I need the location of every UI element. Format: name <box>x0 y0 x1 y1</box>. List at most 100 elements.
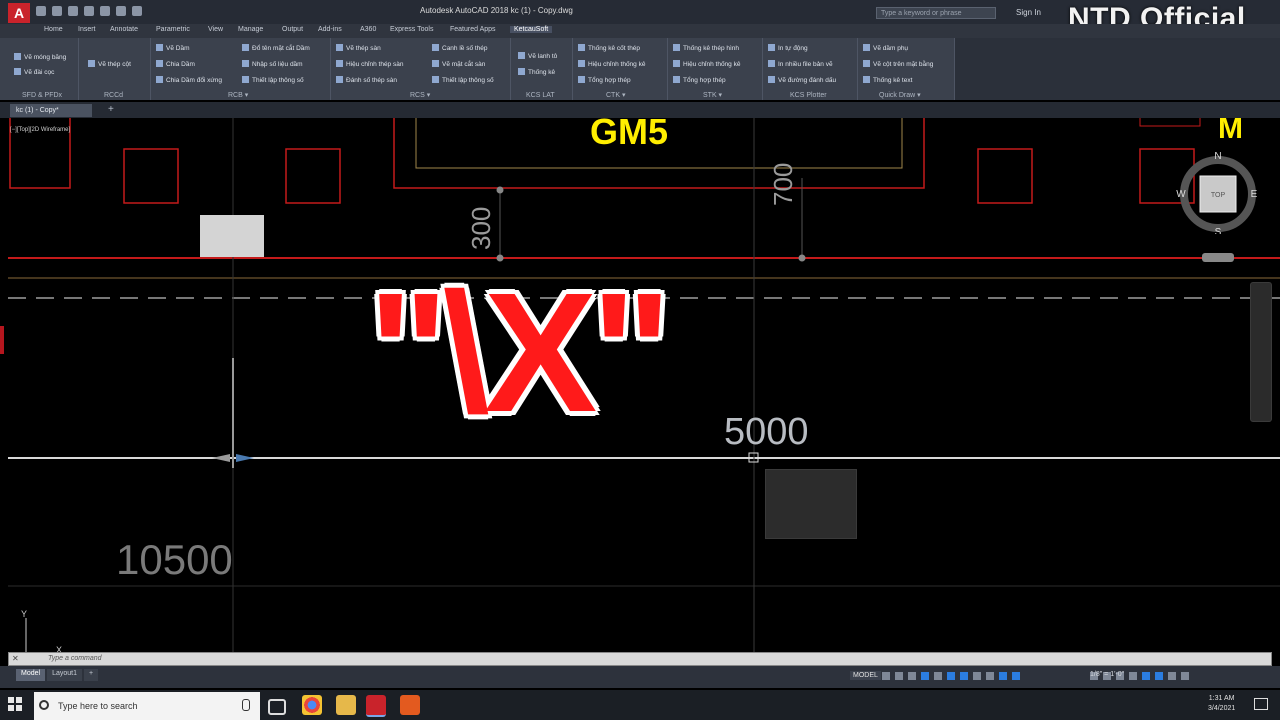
tab-model[interactable]: Model <box>16 669 46 681</box>
save-icon[interactable] <box>68 6 78 16</box>
beam-label-partial: M <box>1218 118 1243 145</box>
tab-featured-apps[interactable]: Featured Apps <box>450 26 496 33</box>
microphone-icon[interactable] <box>242 699 250 711</box>
object-snap-tracking-icon[interactable] <box>947 672 955 680</box>
new-tab-button[interactable]: + <box>108 104 114 115</box>
ribbon-item[interactable]: Vẽ cột trên mặt bằng <box>863 60 933 68</box>
ribbon-item[interactable]: Thiết lập thông số <box>242 76 304 84</box>
tab-manage[interactable]: Manage <box>238 26 263 33</box>
app-taskbar-icon[interactable] <box>400 695 420 715</box>
auto-scale-icon[interactable] <box>1012 672 1020 680</box>
ribbon-item[interactable]: In nhiều file bản vẽ <box>768 60 833 68</box>
object-snap-icon[interactable] <box>960 672 968 680</box>
ribbon-item[interactable]: Vẽ Dầm <box>156 44 189 52</box>
clock-date: 3/4/2021 <box>1208 705 1236 712</box>
windows-start-icon[interactable] <box>8 697 22 711</box>
palette-edge-tab[interactable] <box>0 326 4 354</box>
system-clock[interactable]: 1:31 AM 3/4/2021 <box>1208 694 1235 714</box>
ribbon-item[interactable]: Vẽ dầm phụ <box>863 44 908 52</box>
lineweight-icon[interactable] <box>973 672 981 680</box>
tab-output[interactable]: Output <box>282 26 303 33</box>
add-layout-button[interactable]: + <box>84 669 99 681</box>
ribbon-item[interactable]: Thống kê thép hình <box>673 44 739 52</box>
file-explorer-icon[interactable] <box>336 695 356 715</box>
quick-properties-icon[interactable] <box>1129 672 1137 680</box>
transparency-icon[interactable] <box>986 672 994 680</box>
sign-in-link[interactable]: Sign In <box>1016 8 1041 17</box>
window-title: Autodesk AutoCAD 2018 kc (1) - Copy.dwg <box>420 6 573 15</box>
help-search-input[interactable]: Type a keyword or phrase <box>876 7 996 19</box>
polar-icon[interactable] <box>921 672 929 680</box>
ribbon-item[interactable]: Vẽ móng băng <box>14 53 66 61</box>
tab-layout1[interactable]: Layout1 <box>47 669 82 681</box>
ribbon-item[interactable]: Vẽ thép cột <box>88 60 131 68</box>
model-space-button[interactable]: MODEL <box>850 671 881 680</box>
tab-home[interactable]: Home <box>44 26 63 33</box>
taskbar-search-input[interactable]: Type here to search <box>34 692 260 720</box>
open-file-icon[interactable] <box>52 6 62 16</box>
notification-icon[interactable] <box>1254 698 1268 710</box>
tab-a360[interactable]: A360 <box>360 26 376 33</box>
tab-parametric[interactable]: Parametric <box>156 26 190 33</box>
ribbon-item[interactable]: Đổ tên mặt cắt Dầm <box>242 44 310 52</box>
ribbon-item[interactable]: Chia Dầm <box>156 60 195 68</box>
hardware-acceleration-icon[interactable] <box>1155 672 1163 680</box>
ribbon-item[interactable]: Thống kê cốt thép <box>578 44 640 52</box>
viewcube[interactable]: N S E W TOP <box>1176 150 1260 238</box>
document-tab[interactable]: kc (1) - Copy* <box>10 104 92 117</box>
autocad-taskbar-icon[interactable] <box>366 695 386 717</box>
tab-ketcausoft[interactable]: KetcauSoft <box>510 26 553 33</box>
tab-add-ins[interactable]: Add-ins <box>318 26 342 33</box>
chrome-icon[interactable] <box>302 695 322 715</box>
customization-menu-icon[interactable] <box>1181 672 1189 680</box>
isodraft-icon[interactable] <box>934 672 942 680</box>
ribbon-item[interactable]: Tổng hợp thép <box>673 76 726 84</box>
tab-annotate[interactable]: Annotate <box>110 26 138 33</box>
command-line[interactable] <box>8 652 1272 666</box>
ribbon-item[interactable]: Vẽ đài cọc <box>14 68 54 76</box>
grip-point <box>496 186 504 194</box>
ribbon-item[interactable]: Vẽ lanh tô <box>518 52 557 60</box>
redo-icon[interactable] <box>132 6 142 16</box>
ribbon-item[interactable]: Hiệu chỉnh thống kê <box>673 60 740 68</box>
ribbon-item[interactable]: Thống kê text <box>863 76 912 84</box>
command-close-icon[interactable]: ✕ <box>12 654 19 663</box>
task-view-icon[interactable] <box>268 699 286 715</box>
clean-screen-icon[interactable] <box>1168 672 1176 680</box>
ribbon-item[interactable]: Nhập số liệu dầm <box>242 60 303 68</box>
navigation-bar[interactable] <box>1250 282 1272 422</box>
ortho-icon[interactable] <box>908 672 916 680</box>
command-input[interactable]: Type a command <box>48 655 102 662</box>
ribbon-item[interactable]: Chia Dầm đổi xứng <box>156 76 222 84</box>
panel-label: SFD & PFDx <box>22 92 63 99</box>
wcs-menu-button[interactable] <box>1202 253 1234 262</box>
snap-icon[interactable] <box>895 672 903 680</box>
tab-express-tools[interactable]: Express Tools <box>390 26 433 33</box>
print-icon[interactable] <box>100 6 110 16</box>
ribbon-item[interactable]: Đánh số thép sàn <box>336 76 397 84</box>
ribbon-item[interactable]: Vẽ đường đánh dấu <box>768 76 836 84</box>
ribbon-tab-bar: Home Insert Annotate Parametric View Man… <box>0 24 1280 38</box>
ribbon-item[interactable]: Tổng hợp thép <box>578 76 631 84</box>
quick-access-toolbar[interactable] <box>36 6 176 19</box>
ribbon-item[interactable]: Hiệu chỉnh thép sàn <box>336 60 403 68</box>
ribbon-item[interactable]: Thiết lập thông số <box>432 76 494 84</box>
new-file-icon[interactable] <box>36 6 46 16</box>
ribbon-item[interactable]: Canh lề số thép <box>432 44 488 52</box>
ribbon-item[interactable]: Vẽ thép sàn <box>336 44 381 52</box>
autocad-logo-icon[interactable]: A <box>8 3 30 23</box>
isolate-objects-icon[interactable] <box>1142 672 1150 680</box>
tab-insert[interactable]: Insert <box>78 26 96 33</box>
annotation-visibility-icon[interactable] <box>999 672 1007 680</box>
save-as-icon[interactable] <box>84 6 94 16</box>
tab-view[interactable]: View <box>208 26 223 33</box>
grid-icon[interactable] <box>882 672 890 680</box>
ribbon-item[interactable]: Vẽ mặt cắt sàn <box>432 60 485 68</box>
ribbon-item[interactable]: Hiệu chỉnh thống kê <box>578 60 645 68</box>
annotation-scale[interactable]: 1/8" = 1'-0" <box>1090 671 1124 678</box>
undo-icon[interactable] <box>116 6 126 16</box>
column-square <box>285 148 341 204</box>
viewport-controls[interactable]: [−][Top][2D Wireframe] <box>10 127 70 133</box>
ribbon-item[interactable]: Thống kê <box>518 68 555 76</box>
ribbon-item[interactable]: In tự động <box>768 44 808 52</box>
